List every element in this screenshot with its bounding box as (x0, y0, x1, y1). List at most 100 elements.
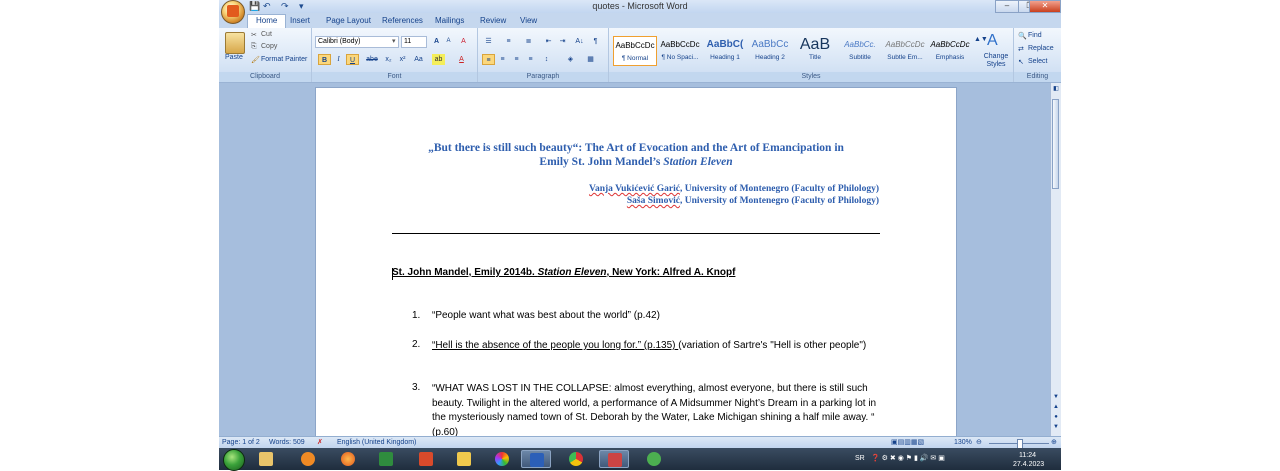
multilevel-list-icon[interactable]: ≣ (522, 36, 535, 47)
line-spacing-icon[interactable]: ↕ (540, 54, 553, 65)
numbering-icon[interactable]: ≡ (502, 36, 515, 47)
view-buttons-icon[interactable]: ▣▤▥▦▧ (891, 437, 924, 448)
undo-icon[interactable]: ↶ (263, 1, 271, 12)
font-family-select[interactable]: Calibri (Body) (315, 36, 399, 48)
tab-home[interactable]: Home (247, 14, 287, 28)
scroll-thumb[interactable] (1052, 99, 1059, 189)
redo-icon[interactable]: ↷ (281, 1, 289, 12)
change-case-button[interactable]: Aa (412, 54, 425, 65)
taskbar-excel[interactable] (371, 450, 401, 468)
zoom-slider-thumb[interactable] (1017, 439, 1023, 448)
change-styles-icon[interactable]: A (987, 32, 1003, 50)
format-painter-icon[interactable]: 🖌 (251, 56, 260, 64)
strikethrough-button[interactable]: abe (364, 54, 380, 65)
change-styles-button[interactable]: Change Styles (981, 53, 1011, 69)
office-button[interactable] (221, 0, 245, 24)
document-page[interactable]: „But there is still such beauty“: The Ar… (315, 87, 957, 436)
paste-icon[interactable] (225, 32, 245, 54)
clock-date[interactable]: 27.4.2023 (1013, 459, 1044, 470)
taskbar-app-green[interactable] (639, 450, 669, 468)
justify-icon[interactable]: ≡ (524, 54, 537, 65)
shrink-font-button[interactable]: A (442, 36, 455, 47)
zoom-level[interactable]: 130% (954, 437, 972, 448)
replace-button[interactable]: Replace (1028, 45, 1054, 52)
close-button[interactable]: ✕ (1029, 0, 1061, 13)
font-color-button[interactable]: A (455, 54, 468, 65)
taskbar-app[interactable] (411, 450, 441, 468)
browse-object-icon[interactable]: ● (1052, 413, 1060, 421)
tab-insert[interactable]: Insert (290, 15, 310, 26)
align-center-icon[interactable]: ≡ (496, 54, 509, 65)
clear-formatting-button[interactable]: A (457, 36, 470, 47)
proofing-icon[interactable]: ✗ (317, 437, 323, 448)
style-subtle-emphasis[interactable]: AaBbCcDc Subtle Em... (883, 36, 927, 66)
sort-button[interactable]: A↓ (572, 36, 587, 47)
page-count[interactable]: Page: 1 of 2 (222, 437, 260, 448)
language-status[interactable]: English (United Kingdom) (337, 437, 416, 448)
previous-page-icon[interactable]: ▲ (1052, 403, 1060, 411)
taskbar-paint-active[interactable] (599, 450, 629, 468)
taskbar-word[interactable] (521, 450, 551, 468)
style-heading-1[interactable]: AaBbC( Heading 1 (703, 36, 747, 66)
shading-icon[interactable]: ◈ (564, 54, 577, 65)
style-no-spacing[interactable]: AaBbCcDc ¶ No Spaci... (658, 36, 702, 66)
quote-2-underlined: “Hell is the absence of the people you l… (432, 340, 679, 351)
font-size-select[interactable]: 11 (401, 36, 427, 48)
taskbar-picasa[interactable] (487, 450, 517, 468)
highlight-button[interactable]: ab (432, 54, 445, 65)
vertical-scrollbar[interactable]: ◧ ▼ ▲ ● ▼ (1050, 83, 1061, 436)
taskbar-explorer[interactable] (251, 450, 281, 468)
scroll-down-icon[interactable]: ▼ (1052, 393, 1060, 401)
select-button[interactable]: Select (1028, 58, 1047, 65)
style-heading-2[interactable]: AaBbCc Heading 2 (748, 36, 792, 66)
style-emphasis[interactable]: AaBbCcDc Emphasis (928, 36, 972, 66)
styles-scroll-icon[interactable]: ▲▼ (974, 36, 988, 43)
select-icon[interactable]: ↖ (1018, 58, 1024, 66)
quick-access-dropdown-icon[interactable]: ▾ (299, 1, 304, 12)
paste-button[interactable]: Paste (225, 54, 243, 61)
find-button[interactable]: Find (1028, 32, 1042, 39)
tab-view[interactable]: View (520, 15, 537, 26)
copy-button[interactable]: Copy (261, 43, 277, 50)
minimize-button[interactable]: – (995, 0, 1019, 13)
tab-mailings[interactable]: Mailings (435, 15, 464, 26)
tab-page-layout[interactable]: Page Layout (326, 15, 371, 26)
subscript-button[interactable]: x₂ (382, 54, 395, 65)
style-normal[interactable]: AaBbCcDc ¶ Normal (613, 36, 657, 66)
superscript-button[interactable]: x² (396, 54, 409, 65)
save-icon[interactable]: 💾 (249, 1, 260, 12)
style-subtitle[interactable]: AaBbCc. Subtitle (838, 36, 882, 66)
font-family-dropdown-icon[interactable]: ▾ (392, 37, 396, 45)
increase-indent-icon[interactable]: ⇥ (556, 36, 569, 47)
cut-button[interactable]: Cut (261, 31, 272, 38)
cut-icon[interactable]: ✂ (251, 31, 257, 39)
zoom-out-icon[interactable]: ⊖ (976, 437, 982, 448)
borders-icon[interactable]: ▦ (584, 54, 597, 65)
tab-review[interactable]: Review (480, 15, 506, 26)
copy-icon[interactable]: ⎘ (251, 43, 257, 51)
underline-button[interactable]: U (346, 54, 359, 65)
word-count[interactable]: Words: 509 (269, 437, 305, 448)
next-page-icon[interactable]: ▼ (1052, 423, 1060, 431)
taskbar-media-player[interactable] (293, 450, 323, 468)
taskbar-firefox[interactable] (333, 450, 363, 468)
taskbar-paint[interactable] (449, 450, 479, 468)
style-title[interactable]: AaB Title (793, 36, 837, 66)
bullets-icon[interactable]: ☰ (482, 36, 495, 47)
format-painter-button[interactable]: Format Painter (261, 56, 307, 63)
find-icon[interactable]: 🔍 (1018, 32, 1027, 40)
ruler-toggle-icon[interactable]: ◧ (1052, 85, 1060, 93)
show-formatting-button[interactable]: ¶ (589, 36, 602, 47)
tray-icons[interactable]: ❓ ⚙ ✖ ◉ ⚑ ▮ 🔊 ✉ ▣ (871, 453, 945, 464)
align-right-icon[interactable]: ≡ (510, 54, 523, 65)
bold-button[interactable]: B (318, 54, 331, 65)
replace-icon[interactable]: ⇄ (1018, 45, 1024, 53)
start-button[interactable] (223, 449, 245, 471)
zoom-in-icon[interactable]: ⊕ (1051, 437, 1057, 448)
taskbar-chrome[interactable] (561, 450, 591, 468)
input-language[interactable]: SR (855, 453, 865, 464)
tab-references[interactable]: References (382, 15, 423, 26)
decrease-indent-icon[interactable]: ⇤ (542, 36, 555, 47)
italic-button[interactable]: I (332, 54, 345, 65)
align-left-icon[interactable]: ≡ (482, 54, 495, 65)
